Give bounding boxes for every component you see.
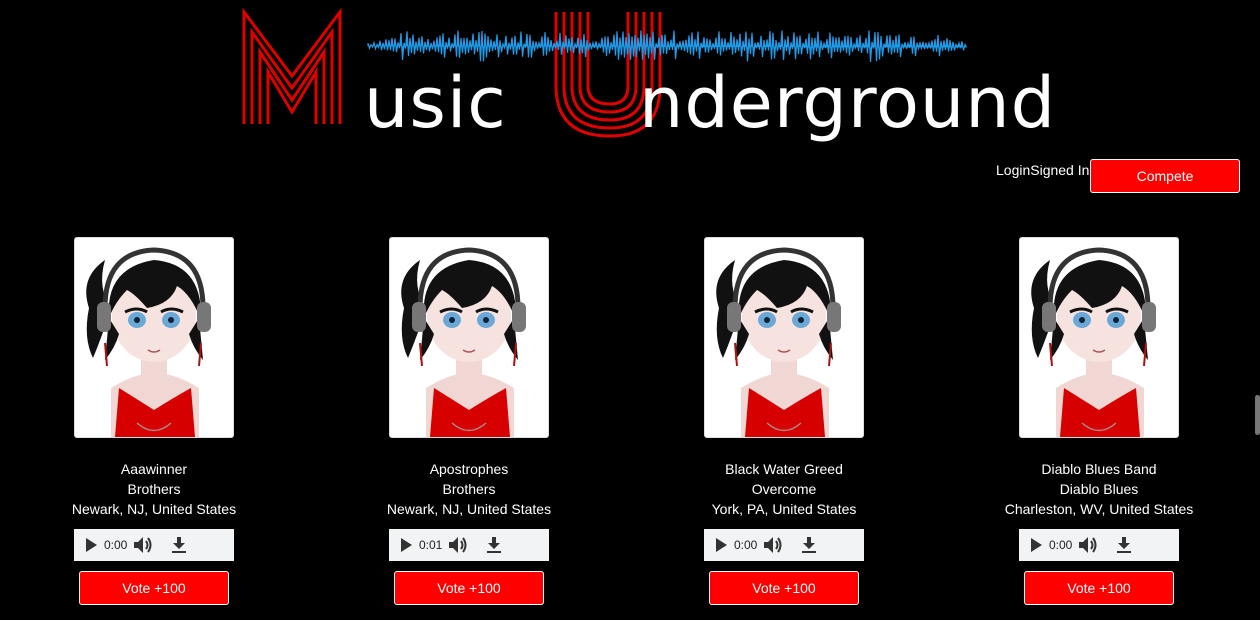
download-icon[interactable] xyxy=(801,536,817,554)
artist-name: Aaawinner xyxy=(120,461,188,477)
audio-player: 0:00 xyxy=(74,529,234,561)
play-icon[interactable] xyxy=(84,537,98,553)
vote-button[interactable]: Vote +100 xyxy=(1024,571,1174,605)
vote-button[interactable]: Vote +100 xyxy=(79,571,229,605)
audio-player: 0:00 xyxy=(1019,529,1179,561)
artist-card: Aaawinner Brothers Newark, NJ, United St… xyxy=(54,237,254,605)
page: usic nderground LoginSigned In Compete A… xyxy=(0,0,1260,620)
artist-info: Apostrophes Brothers Newark, NJ, United … xyxy=(387,459,551,519)
volume-icon[interactable] xyxy=(1078,536,1098,554)
artist-avatar xyxy=(389,237,549,438)
artist-card: Diablo Blues Band Diablo Blues Charlesto… xyxy=(999,237,1199,605)
scrollbar-thumb[interactable] xyxy=(1255,395,1260,435)
artist-location: Newark, NJ, United States xyxy=(71,501,237,517)
artist-name: Diablo Blues Band xyxy=(1041,461,1157,477)
vote-button[interactable]: Vote +100 xyxy=(709,571,859,605)
artist-location: Newark, NJ, United States xyxy=(386,501,552,517)
volume-icon[interactable] xyxy=(763,536,783,554)
audio-player: 0:01 xyxy=(389,529,549,561)
artist-location: York, PA, United States xyxy=(711,501,857,517)
audio-time: 0:01 xyxy=(419,538,443,552)
volume-icon[interactable] xyxy=(448,536,468,554)
song-title: Overcome xyxy=(751,481,817,497)
artist-info: Aaawinner Brothers Newark, NJ, United St… xyxy=(72,459,236,519)
volume-icon[interactable] xyxy=(133,536,153,554)
play-icon[interactable] xyxy=(1029,537,1043,553)
artist-info: Black Water Greed Overcome York, PA, Uni… xyxy=(712,459,857,519)
page-scrollbar[interactable] xyxy=(1255,0,1260,620)
artist-grid: Aaawinner Brothers Newark, NJ, United St… xyxy=(0,0,1260,620)
artist-name: Apostrophes xyxy=(429,461,509,477)
song-title: Diablo Blues xyxy=(1059,481,1139,497)
artist-name: Black Water Greed xyxy=(725,461,843,477)
play-icon[interactable] xyxy=(399,537,413,553)
vote-button[interactable]: Vote +100 xyxy=(394,571,544,605)
audio-player: 0:00 xyxy=(704,529,864,561)
artist-avatar xyxy=(704,237,864,438)
artist-card: Apostrophes Brothers Newark, NJ, United … xyxy=(369,237,569,605)
audio-time: 0:00 xyxy=(734,538,758,552)
play-icon[interactable] xyxy=(714,537,728,553)
song-title: Brothers xyxy=(127,481,181,497)
audio-time: 0:00 xyxy=(1049,538,1073,552)
artist-avatar xyxy=(74,237,234,438)
artist-card: Black Water Greed Overcome York, PA, Uni… xyxy=(684,237,884,605)
artist-avatar xyxy=(1019,237,1179,438)
artist-location: Charleston, WV, United States xyxy=(1004,501,1194,517)
download-icon[interactable] xyxy=(486,536,502,554)
audio-time: 0:00 xyxy=(104,538,128,552)
download-icon[interactable] xyxy=(1116,536,1132,554)
artist-info: Diablo Blues Band Diablo Blues Charlesto… xyxy=(1005,459,1194,519)
song-title: Brothers xyxy=(442,481,496,497)
download-icon[interactable] xyxy=(171,536,187,554)
